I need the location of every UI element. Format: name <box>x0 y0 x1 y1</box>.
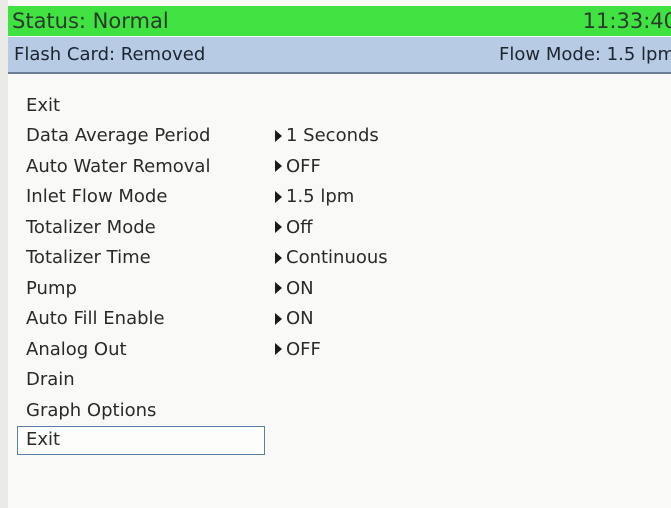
menu-item-label: Graph Options <box>26 399 157 421</box>
menu-item-label: Exit <box>17 426 265 456</box>
menu-item-value: Continuous <box>275 247 388 268</box>
menu-item-label: Drain <box>26 369 75 391</box>
menu-item-value: ON <box>275 278 314 299</box>
clock-time: 11:33:40 <box>582 9 671 33</box>
menu-item-totalizer-mode[interactable]: Totalizer Mode Off <box>8 212 608 243</box>
menu-item-label: Pump <box>26 277 77 299</box>
menu-item-totalizer-time[interactable]: Totalizer Time Continuous <box>8 243 608 274</box>
value-text: 1.5 lpm <box>286 186 355 208</box>
menu-item-value: Off <box>275 217 313 238</box>
triangle-right-icon <box>275 343 282 356</box>
value-text: ON <box>286 308 314 330</box>
menu-item-exit-top[interactable]: Exit <box>8 90 608 121</box>
menu-item-analog-out[interactable]: Analog Out OFF <box>8 334 608 365</box>
menu-item-pump[interactable]: Pump ON <box>8 273 608 304</box>
flow-mode-status: Flow Mode: 1.5 lpm <box>499 44 671 65</box>
menu-item-value: 1 Seconds <box>275 125 379 146</box>
status-bar: Status: Normal 11:33:40 <box>8 6 671 36</box>
info-bar: Flash Card: Removed Flow Mode: 1.5 lpm <box>8 37 671 74</box>
device-screen: Status: Normal 11:33:40 Flash Card: Remo… <box>0 0 671 508</box>
menu-item-value: 1.5 lpm <box>275 186 354 207</box>
menu-item-label: Auto Water Removal <box>26 155 211 177</box>
triangle-right-icon <box>275 221 282 234</box>
menu-item-exit-selected[interactable]: Exit <box>8 426 608 457</box>
menu-item-label: Data Average Period <box>26 125 211 147</box>
menu-item-drain[interactable]: Drain <box>8 365 608 396</box>
flash-card-status: Flash Card: Removed <box>14 44 206 65</box>
menu-item-label: Auto Fill Enable <box>26 308 165 330</box>
screen-bezel-edge <box>0 0 8 508</box>
menu-item-label: Totalizer Time <box>26 247 151 269</box>
menu-item-inlet-flow-mode[interactable]: Inlet Flow Mode 1.5 lpm <box>8 182 608 213</box>
triangle-right-icon <box>275 129 282 142</box>
menu-item-value: ON <box>275 308 314 329</box>
value-text: OFF <box>286 338 321 360</box>
triangle-right-icon <box>275 160 282 173</box>
menu-item-graph-options[interactable]: Graph Options <box>8 395 608 426</box>
menu-item-label: Inlet Flow Mode <box>26 186 168 208</box>
triangle-right-icon <box>275 190 282 203</box>
status-text: Status: Normal <box>12 9 169 33</box>
value-text: Continuous <box>286 247 388 269</box>
menu-item-data-average-period[interactable]: Data Average Period 1 Seconds <box>8 121 608 152</box>
triangle-right-icon <box>275 251 282 264</box>
menu-item-label: Analog Out <box>26 338 127 360</box>
settings-menu: Exit Data Average Period 1 Seconds Auto … <box>8 90 608 456</box>
menu-item-auto-water-removal[interactable]: Auto Water Removal OFF <box>8 151 608 182</box>
value-text: 1 Seconds <box>286 125 379 147</box>
menu-item-label: Totalizer Mode <box>26 216 156 238</box>
value-text: Off <box>286 216 313 238</box>
value-text: OFF <box>286 155 321 177</box>
triangle-right-icon <box>275 312 282 325</box>
menu-item-value: OFF <box>275 339 321 360</box>
menu-item-auto-fill-enable[interactable]: Auto Fill Enable ON <box>8 304 608 335</box>
menu-item-value: OFF <box>275 156 321 177</box>
value-text: ON <box>286 277 314 299</box>
triangle-right-icon <box>275 282 282 295</box>
menu-item-label: Exit <box>26 94 61 116</box>
